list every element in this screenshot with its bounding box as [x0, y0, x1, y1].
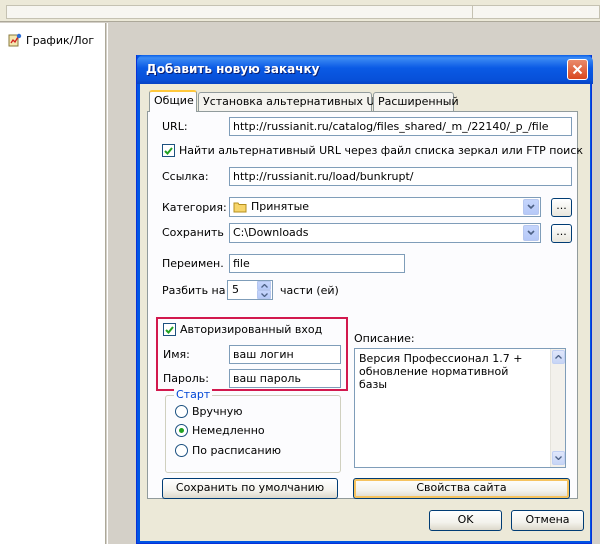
chevron-down-icon — [555, 456, 562, 460]
scroll-down-button[interactable] — [552, 451, 565, 465]
radio-immediate[interactable] — [175, 424, 188, 437]
folder-icon — [233, 202, 247, 212]
rename-input[interactable]: file — [229, 254, 405, 273]
username-label: Имя: — [163, 348, 190, 361]
split-value: 5 — [232, 283, 239, 296]
graph-log-icon — [8, 33, 22, 47]
start-option-label: Немедленно — [192, 424, 265, 437]
checkmark-icon — [165, 325, 174, 334]
rename-label: Переимен. — [162, 257, 224, 270]
start-option-label: По расписанию — [192, 444, 281, 457]
start-legend: Старт — [174, 388, 213, 401]
password-label: Пароль: — [163, 372, 209, 385]
split-label: Разбить на — [162, 284, 226, 297]
description-text: Версия Профессионал 1.7 + обновление нор… — [359, 352, 523, 391]
tab-general[interactable]: Общие — [149, 90, 197, 112]
url-label: URL: — [162, 120, 188, 133]
scroll-up-button[interactable] — [552, 350, 565, 364]
radio-selected-dot — [179, 428, 184, 433]
dialog-title: Добавить новую закачку — [146, 62, 320, 76]
description-label: Описание: — [354, 332, 415, 345]
toolbar-scrollbar[interactable] — [6, 5, 600, 19]
tab-advanced[interactable]: Расширенный — [373, 92, 459, 111]
split-up-button[interactable] — [257, 281, 271, 290]
save-to-dropdown-button[interactable] — [523, 225, 539, 241]
ok-button[interactable]: OK — [429, 510, 502, 531]
chevron-down-icon — [260, 292, 268, 297]
referer-label: Ссылка: — [162, 170, 209, 183]
start-option-scheduled[interactable]: По расписанию — [175, 444, 281, 457]
toolbar-separator — [472, 5, 473, 19]
radio-scheduled[interactable] — [175, 444, 188, 457]
username-input[interactable]: ваш логин — [229, 345, 341, 364]
category-text: Принятые — [251, 200, 310, 213]
chevron-up-icon — [555, 355, 562, 359]
start-option-manual[interactable]: Вручную — [175, 405, 243, 418]
radio-manual[interactable] — [175, 405, 188, 418]
close-icon — [572, 64, 583, 75]
chevron-down-icon — [527, 204, 535, 210]
tab-alternative-url[interactable]: Установка альтернативных URL — [198, 92, 388, 111]
category-value: Принятые — [233, 200, 309, 213]
tree-pane: График/Лог — [0, 23, 106, 544]
password-input[interactable]: ваш пароль — [229, 369, 341, 388]
close-button[interactable] — [567, 59, 588, 80]
cancel-button[interactable]: Отмена — [511, 510, 584, 531]
save-to-browse-button[interactable]: ... — [551, 224, 572, 243]
chevron-down-icon — [527, 230, 535, 236]
split-down-button[interactable] — [257, 290, 271, 299]
dialog-titlebar[interactable]: Добавить новую закачку — [137, 55, 593, 84]
url-input[interactable]: http://russianit.ru/catalog/files_shared… — [229, 117, 572, 136]
start-option-label: Вручную — [192, 405, 243, 418]
auth-highlight-box: Авторизированный вход Имя: ваш логин Пар… — [156, 317, 348, 391]
site-properties-button[interactable]: Свойства сайта — [353, 478, 570, 499]
auth-label: Авторизированный вход — [180, 323, 323, 336]
category-dropdown-button[interactable] — [523, 199, 539, 215]
find-alt-url-label: Найти альтернативный URL через файл спис… — [179, 144, 584, 157]
start-group: Старт Вручную Немедленно По расписанию — [165, 388, 341, 473]
split-suffix: части (ей) — [280, 284, 339, 297]
tree-item-graph-log[interactable]: График/Лог — [8, 32, 94, 48]
tree-item-label: График/Лог — [26, 33, 95, 47]
add-download-dialog: Добавить новую закачку Общие Установка а… — [136, 55, 593, 544]
tab-panel-general: URL: http://russianit.ru/catalog/files_s… — [147, 111, 583, 499]
description-scrollbar[interactable] — [550, 349, 565, 467]
checkmark-icon — [164, 146, 173, 155]
save-to-label: Сохранить — [162, 226, 224, 239]
split-stepper[interactable]: 5 — [227, 280, 273, 300]
save-to-value: C:\Downloads — [233, 226, 309, 239]
auth-option[interactable]: Авторизированный вход — [163, 323, 322, 336]
category-label: Категория: — [162, 201, 227, 214]
dialog-client: Общие Установка альтернативных URL Расши… — [140, 84, 590, 541]
save-default-button[interactable]: Сохранить по умолчанию — [162, 478, 338, 499]
save-to-select[interactable]: C:\Downloads — [229, 223, 541, 243]
chevron-up-icon — [260, 283, 268, 288]
save-to-text: C:\Downloads — [233, 226, 309, 239]
category-browse-button[interactable]: ... — [551, 198, 572, 217]
find-alt-url-option[interactable]: Найти альтернативный URL через файл спис… — [162, 144, 583, 157]
auth-checkbox[interactable] — [163, 323, 176, 336]
referer-input[interactable]: http://russianit.ru/load/bunkrupt/ — [229, 167, 572, 186]
description-textarea[interactable]: Версия Профессионал 1.7 + обновление нор… — [354, 348, 566, 468]
start-option-immediate[interactable]: Немедленно — [175, 424, 265, 437]
find-alt-url-checkbox[interactable] — [162, 144, 175, 157]
category-select[interactable]: Принятые — [229, 197, 541, 217]
